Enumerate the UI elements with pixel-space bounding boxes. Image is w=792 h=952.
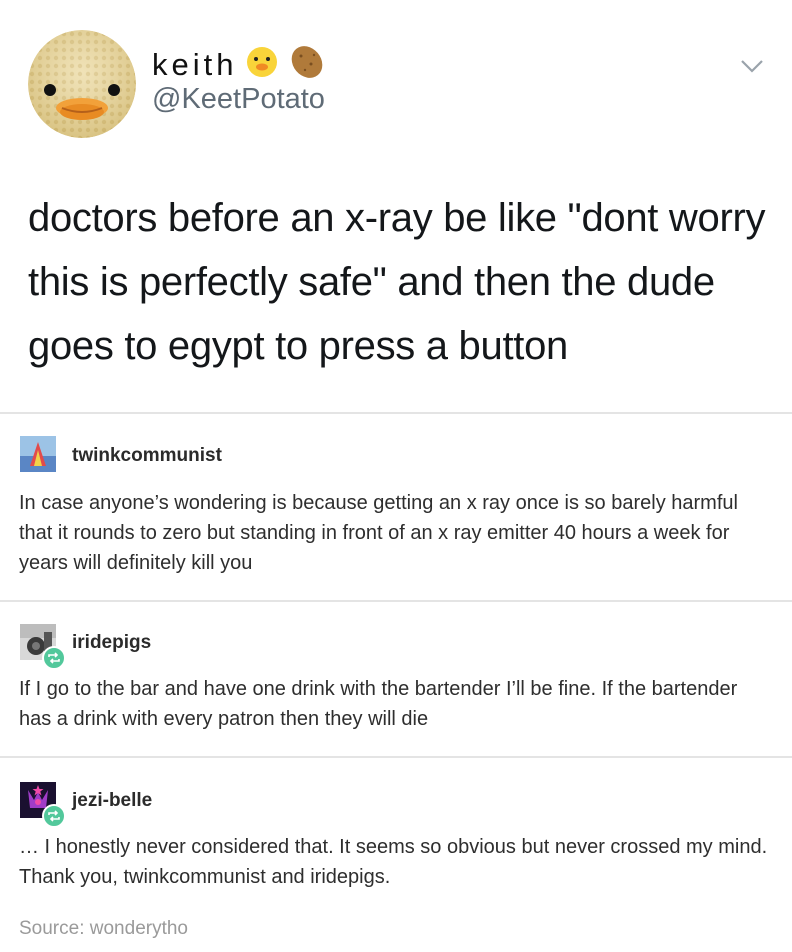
tweet-avatar[interactable] (28, 30, 136, 138)
tweet-handle[interactable]: @KeetPotato (152, 82, 325, 117)
user-avatar[interactable] (20, 436, 56, 472)
reblog-item: twinkcommunist In case anyone’s wonderin… (0, 414, 792, 600)
reblog-body: If I go to the bar and have one drink wi… (19, 678, 738, 730)
potato-icon (287, 44, 327, 85)
reblog-icon (42, 804, 66, 828)
reblog-username[interactable]: iridepigs (72, 632, 151, 654)
source-link[interactable]: wonderytho (90, 918, 188, 939)
reblog-body: In case anyone’s wondering is because ge… (19, 492, 738, 574)
source-line: Source: wonderytho (19, 918, 188, 940)
reblog-body: … I honestly never considered that. It s… (19, 836, 768, 888)
chevron-down-icon[interactable] (740, 58, 764, 74)
user-avatar[interactable] (20, 782, 66, 828)
reblog-username[interactable]: jezi-belle (72, 790, 152, 812)
tweet-text: doctors before an x-ray be like "dont wo… (28, 196, 766, 368)
embedded-tweet: keith @KeetPotato doctors before an x-ra… (0, 0, 792, 412)
duck-avatar-icon (28, 30, 136, 138)
reblog-item: jezi-belle … I honestly never considered… (0, 758, 792, 908)
tweet-display-name[interactable]: keith (152, 49, 237, 80)
twinkcommunist-avatar-icon (20, 436, 56, 472)
user-avatar[interactable] (20, 624, 66, 670)
tweet-name-row: keith (152, 44, 327, 85)
reblog-username[interactable]: twinkcommunist (72, 445, 222, 467)
chick-face-icon (245, 45, 279, 84)
reblog-item: iridepigs If I go to the bar and have on… (0, 602, 792, 756)
reblog-icon (42, 646, 66, 670)
source-label: Source: (19, 918, 85, 939)
